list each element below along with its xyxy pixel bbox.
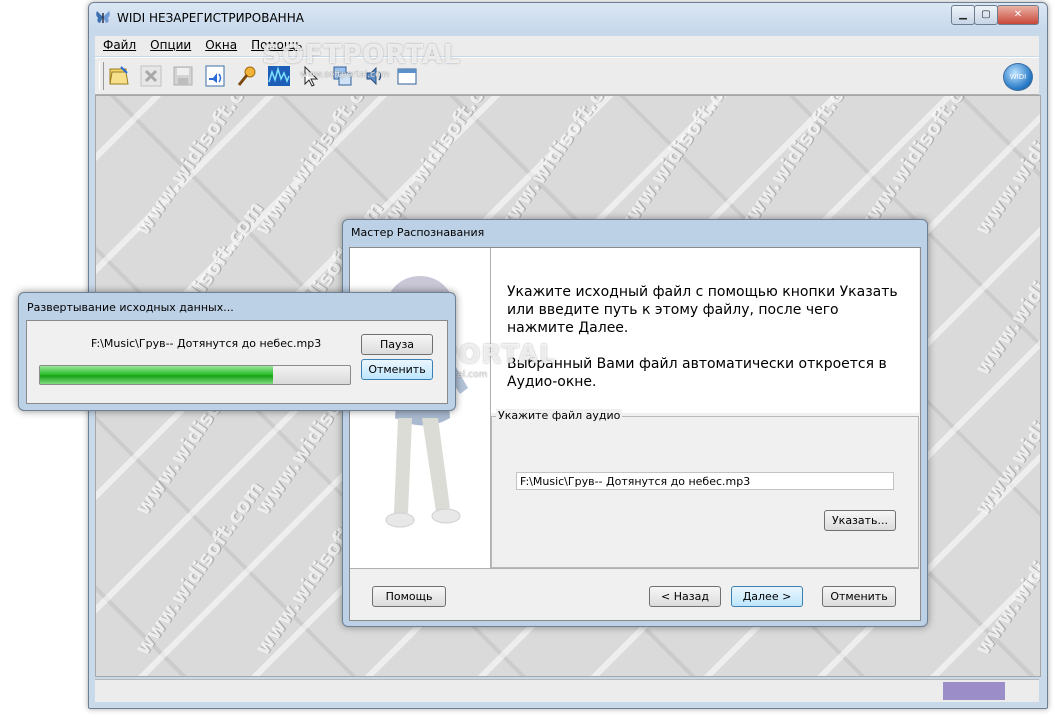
- progress-dialog-body: F:\Music\Грув-- Дотянутся до небес.mp3 П…: [26, 320, 448, 404]
- window-title: WIDI НЕЗАРЕГИСТРИРОВАННА: [117, 11, 304, 25]
- next-button[interactable]: Далее >: [731, 586, 803, 607]
- watermark-text: www.widisoft.com: [490, 95, 629, 240]
- audio-file-path-input[interactable]: [516, 472, 894, 490]
- toolbar-grip[interactable]: [99, 62, 104, 90]
- wizard-text-area: Укажите исходный файл с помощью кнопки У…: [491, 248, 919, 413]
- browse-button[interactable]: Указать...: [824, 510, 896, 531]
- wizard-instruction: Укажите исходный файл с помощью кнопки У…: [507, 284, 898, 336]
- menu-options[interactable]: Опции: [142, 36, 197, 52]
- audio-file-group: Укажите файл аудио Указать...: [491, 409, 919, 568]
- save-icon[interactable]: [171, 64, 195, 88]
- status-panel: [943, 682, 1005, 700]
- widi-globe-icon[interactable]: WIDI: [1003, 63, 1033, 91]
- toolbar: WIDI: [95, 57, 1039, 95]
- menu-bar: Файл Опции Окна Помощь: [95, 36, 1039, 56]
- title-bar[interactable]: WIDI НЕЗАРЕГИСТРИРОВАННА ▁ ▢ ✕: [89, 3, 1047, 33]
- watermark-text: www.widisoft.com: [970, 95, 1041, 240]
- close-icon[interactable]: [139, 64, 163, 88]
- progress-bar: [39, 365, 351, 385]
- watermark-text: www.widisoft.com: [730, 95, 869, 240]
- softportal-watermark: SOFTPORTAL: [262, 40, 461, 70]
- menu-file[interactable]: Файл: [95, 36, 142, 52]
- unpacking-progress-dialog: Развертывание исходных данных... F:\Musi…: [18, 292, 456, 411]
- footer-divider: [350, 568, 919, 569]
- progress-file-name: F:\Music\Грув-- Дотянутся до небес.mp3: [91, 337, 322, 350]
- watermark-text: www.widisoft.com: [850, 95, 989, 240]
- close-button[interactable]: ✕: [997, 5, 1039, 25]
- progress-bar-fill: [40, 366, 273, 384]
- watermark-text: www.widisoft.com: [610, 95, 749, 240]
- wizard-note: Выбранный Вами файл автоматически открое…: [507, 356, 887, 390]
- wizard-cancel-button[interactable]: Отменить: [822, 586, 896, 607]
- app-butterfly-icon: [96, 11, 110, 23]
- open-wizard-icon[interactable]: [107, 64, 131, 88]
- help-button[interactable]: Помощь: [372, 586, 446, 607]
- recognition-wizard-dialog: Мастер Распознавания Укажите исходный фа…: [342, 219, 928, 627]
- minimize-button[interactable]: ▁: [951, 5, 975, 25]
- back-button[interactable]: < Назад: [649, 586, 721, 607]
- watermark-text: www.widisoft.com: [370, 95, 509, 240]
- maximize-button[interactable]: ▢: [974, 5, 998, 25]
- status-bar: [95, 679, 1039, 702]
- pause-button[interactable]: Пауза: [361, 334, 433, 355]
- audio-file-icon[interactable]: [203, 64, 227, 88]
- wizard-title: Мастер Распознавания: [351, 226, 485, 239]
- softportal-url: www.softportal.com: [300, 70, 390, 80]
- progress-cancel-button[interactable]: Отменить: [361, 359, 433, 380]
- audio-file-group-label: Укажите файл аудио: [496, 409, 623, 422]
- menu-windows[interactable]: Окна: [197, 36, 243, 52]
- microphone-icon[interactable]: [235, 64, 259, 88]
- progress-dialog-title: Развертывание исходных данных...: [27, 301, 234, 314]
